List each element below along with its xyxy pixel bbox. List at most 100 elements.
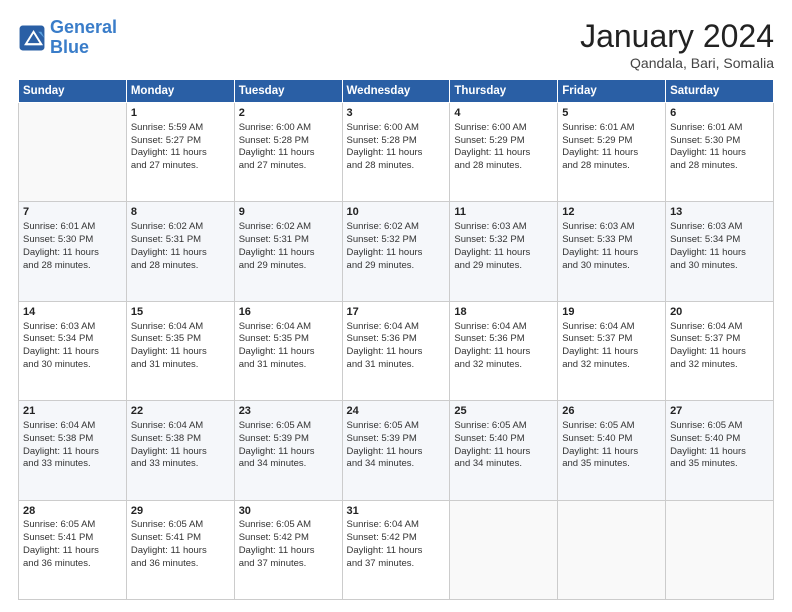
day-info-line: Sunrise: 5:59 AM bbox=[131, 122, 230, 135]
calendar-cell: 20Sunrise: 6:04 AMSunset: 5:37 PMDayligh… bbox=[666, 301, 774, 400]
day-info-line: Sunrise: 6:01 AM bbox=[23, 221, 122, 234]
day-info-line: and 28 minutes. bbox=[131, 260, 230, 273]
calendar-cell: 17Sunrise: 6:04 AMSunset: 5:36 PMDayligh… bbox=[342, 301, 450, 400]
logo: General Blue bbox=[18, 18, 117, 58]
day-info-line: Sunrise: 6:04 AM bbox=[562, 321, 661, 334]
day-info-line: and 35 minutes. bbox=[670, 458, 769, 471]
day-info-line: Sunset: 5:39 PM bbox=[239, 433, 338, 446]
week-row-3: 14Sunrise: 6:03 AMSunset: 5:34 PMDayligh… bbox=[19, 301, 774, 400]
day-info-line: Sunrise: 6:05 AM bbox=[562, 420, 661, 433]
day-info-line: Sunrise: 6:04 AM bbox=[131, 420, 230, 433]
day-info-line: and 29 minutes. bbox=[239, 260, 338, 273]
day-info-line: Daylight: 11 hours bbox=[23, 346, 122, 359]
day-number: 17 bbox=[347, 305, 446, 320]
day-info-line: Sunset: 5:39 PM bbox=[347, 433, 446, 446]
day-info-line: Sunrise: 6:02 AM bbox=[347, 221, 446, 234]
calendar-cell: 18Sunrise: 6:04 AMSunset: 5:36 PMDayligh… bbox=[450, 301, 558, 400]
day-info-line: and 32 minutes. bbox=[562, 359, 661, 372]
day-info-line: Sunrise: 6:05 AM bbox=[23, 519, 122, 532]
calendar-cell: 19Sunrise: 6:04 AMSunset: 5:37 PMDayligh… bbox=[558, 301, 666, 400]
page: General Blue January 2024 Qandala, Bari,… bbox=[0, 0, 792, 612]
day-info-line: and 29 minutes. bbox=[347, 260, 446, 273]
day-number: 16 bbox=[239, 305, 338, 320]
day-info-line: Sunrise: 6:00 AM bbox=[347, 122, 446, 135]
day-info-line: Sunrise: 6:04 AM bbox=[454, 321, 553, 334]
calendar-cell: 25Sunrise: 6:05 AMSunset: 5:40 PMDayligh… bbox=[450, 401, 558, 500]
location: Qandala, Bari, Somalia bbox=[580, 55, 774, 71]
day-info-line: Sunset: 5:34 PM bbox=[670, 234, 769, 247]
day-number: 9 bbox=[239, 205, 338, 220]
calendar-cell: 23Sunrise: 6:05 AMSunset: 5:39 PMDayligh… bbox=[234, 401, 342, 500]
day-info-line: Daylight: 11 hours bbox=[347, 247, 446, 260]
day-info-line: Daylight: 11 hours bbox=[239, 545, 338, 558]
day-info-line: and 34 minutes. bbox=[239, 458, 338, 471]
day-info-line: and 28 minutes. bbox=[347, 160, 446, 173]
calendar-cell: 2Sunrise: 6:00 AMSunset: 5:28 PMDaylight… bbox=[234, 103, 342, 202]
day-number: 30 bbox=[239, 504, 338, 519]
day-info-line: Daylight: 11 hours bbox=[239, 346, 338, 359]
col-thursday: Thursday bbox=[450, 80, 558, 103]
day-info-line: Daylight: 11 hours bbox=[347, 346, 446, 359]
day-info-line: Sunset: 5:35 PM bbox=[239, 333, 338, 346]
col-tuesday: Tuesday bbox=[234, 80, 342, 103]
day-info-line: and 33 minutes. bbox=[131, 458, 230, 471]
day-info-line: and 37 minutes. bbox=[239, 558, 338, 571]
calendar-cell: 13Sunrise: 6:03 AMSunset: 5:34 PMDayligh… bbox=[666, 202, 774, 301]
day-info-line: Daylight: 11 hours bbox=[347, 545, 446, 558]
logo-text: General Blue bbox=[50, 18, 117, 58]
day-number: 19 bbox=[562, 305, 661, 320]
day-info-line: Sunrise: 6:00 AM bbox=[239, 122, 338, 135]
day-info-line: Daylight: 11 hours bbox=[239, 247, 338, 260]
day-info-line: and 33 minutes. bbox=[23, 458, 122, 471]
calendar-cell bbox=[666, 500, 774, 599]
calendar-header-row: Sunday Monday Tuesday Wednesday Thursday… bbox=[19, 80, 774, 103]
week-row-4: 21Sunrise: 6:04 AMSunset: 5:38 PMDayligh… bbox=[19, 401, 774, 500]
calendar-cell: 15Sunrise: 6:04 AMSunset: 5:35 PMDayligh… bbox=[126, 301, 234, 400]
day-info-line: and 31 minutes. bbox=[239, 359, 338, 372]
day-info-line: Sunrise: 6:03 AM bbox=[670, 221, 769, 234]
calendar-cell: 28Sunrise: 6:05 AMSunset: 5:41 PMDayligh… bbox=[19, 500, 127, 599]
calendar-cell bbox=[450, 500, 558, 599]
day-info-line: Sunrise: 6:03 AM bbox=[562, 221, 661, 234]
day-number: 10 bbox=[347, 205, 446, 220]
day-info-line: Daylight: 11 hours bbox=[454, 446, 553, 459]
day-number: 2 bbox=[239, 106, 338, 121]
day-info-line: Sunset: 5:27 PM bbox=[131, 135, 230, 148]
day-info-line: and 36 minutes. bbox=[131, 558, 230, 571]
col-wednesday: Wednesday bbox=[342, 80, 450, 103]
day-number: 11 bbox=[454, 205, 553, 220]
day-info-line: Sunset: 5:32 PM bbox=[454, 234, 553, 247]
day-number: 8 bbox=[131, 205, 230, 220]
day-info-line: and 32 minutes. bbox=[454, 359, 553, 372]
day-info-line: and 28 minutes. bbox=[23, 260, 122, 273]
calendar-cell: 1Sunrise: 5:59 AMSunset: 5:27 PMDaylight… bbox=[126, 103, 234, 202]
day-info-line: Sunrise: 6:02 AM bbox=[239, 221, 338, 234]
day-info-line: Sunrise: 6:04 AM bbox=[23, 420, 122, 433]
calendar-cell: 7Sunrise: 6:01 AMSunset: 5:30 PMDaylight… bbox=[19, 202, 127, 301]
day-info-line: Sunset: 5:31 PM bbox=[131, 234, 230, 247]
day-number: 25 bbox=[454, 404, 553, 419]
day-info-line: Sunrise: 6:05 AM bbox=[131, 519, 230, 532]
calendar-cell: 21Sunrise: 6:04 AMSunset: 5:38 PMDayligh… bbox=[19, 401, 127, 500]
day-number: 28 bbox=[23, 504, 122, 519]
day-info-line: and 30 minutes. bbox=[23, 359, 122, 372]
day-info-line: Sunset: 5:36 PM bbox=[454, 333, 553, 346]
col-saturday: Saturday bbox=[666, 80, 774, 103]
calendar-cell: 31Sunrise: 6:04 AMSunset: 5:42 PMDayligh… bbox=[342, 500, 450, 599]
day-info-line: Sunset: 5:41 PM bbox=[23, 532, 122, 545]
day-info-line: Daylight: 11 hours bbox=[131, 247, 230, 260]
day-info-line: Sunrise: 6:04 AM bbox=[347, 321, 446, 334]
day-number: 29 bbox=[131, 504, 230, 519]
day-info-line: Daylight: 11 hours bbox=[239, 446, 338, 459]
day-info-line: Sunrise: 6:05 AM bbox=[347, 420, 446, 433]
day-number: 13 bbox=[670, 205, 769, 220]
day-info-line: Daylight: 11 hours bbox=[23, 446, 122, 459]
day-info-line: and 35 minutes. bbox=[562, 458, 661, 471]
calendar-cell: 6Sunrise: 6:01 AMSunset: 5:30 PMDaylight… bbox=[666, 103, 774, 202]
day-info-line: and 31 minutes. bbox=[131, 359, 230, 372]
calendar-cell: 12Sunrise: 6:03 AMSunset: 5:33 PMDayligh… bbox=[558, 202, 666, 301]
calendar-cell: 10Sunrise: 6:02 AMSunset: 5:32 PMDayligh… bbox=[342, 202, 450, 301]
week-row-1: 1Sunrise: 5:59 AMSunset: 5:27 PMDaylight… bbox=[19, 103, 774, 202]
day-info-line: Daylight: 11 hours bbox=[131, 346, 230, 359]
day-number: 22 bbox=[131, 404, 230, 419]
